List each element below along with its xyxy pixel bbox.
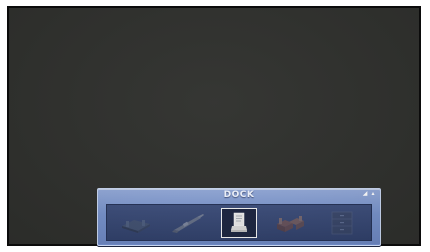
dock-panel: DOCK ◢ ▴ [97, 188, 381, 246]
collapse-icon[interactable]: ▴ [370, 190, 376, 197]
cabinet-icon [331, 211, 353, 234]
dock-title: DOCK [223, 190, 255, 200]
document-stand-icon [230, 212, 247, 232]
dock-item-crates[interactable] [272, 208, 308, 238]
resize-icon[interactable]: ◢ [362, 190, 368, 197]
dock-title-bar[interactable]: DOCK ◢ ▴ [98, 189, 380, 203]
crates-icon [277, 215, 305, 232]
game-viewport[interactable]: DOCK ◢ ▴ [7, 6, 421, 246]
dock-item-cabinet[interactable] [323, 208, 359, 238]
dock-window-controls: ◢ ▴ [362, 190, 376, 197]
barrier-icon [121, 219, 150, 233]
dock-item-rifle[interactable] [170, 208, 206, 238]
dock-item-barrier[interactable] [119, 208, 155, 238]
dock-item-document-stand[interactable] [220, 207, 257, 238]
dock-item-tray [106, 204, 372, 241]
rifle-icon [171, 213, 204, 233]
